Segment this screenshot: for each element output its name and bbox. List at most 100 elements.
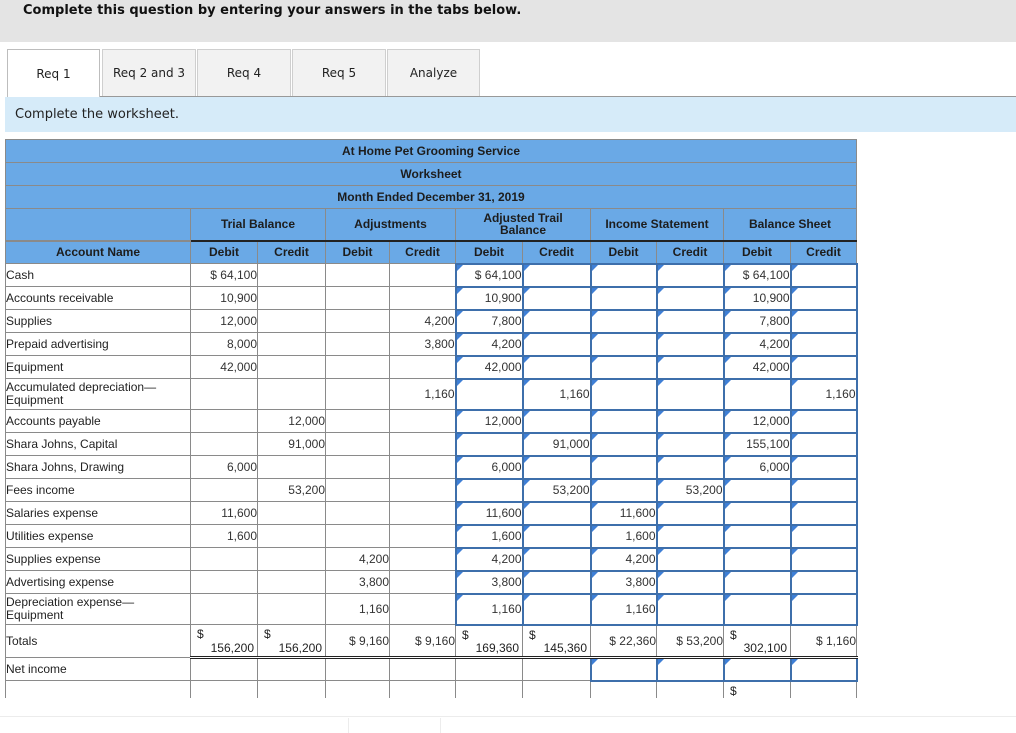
bs-dr-input[interactable]: 155,100 (722, 431, 792, 457)
bs-dr-input[interactable] (722, 377, 792, 411)
atb-cr-input[interactable] (521, 354, 592, 380)
atb-dr-input[interactable]: 4,200 (454, 331, 524, 357)
is-cr-input[interactable]: 53,200 (655, 477, 725, 503)
bs-cr-input[interactable] (789, 408, 858, 434)
is-dr-input[interactable] (589, 408, 658, 434)
is-dr-input[interactable] (589, 308, 658, 334)
bs-cr-input[interactable] (789, 454, 858, 480)
atb-cr-input[interactable]: 1,160 (521, 377, 592, 411)
atb-cr-input[interactable] (521, 569, 592, 595)
bs-cr-input[interactable] (789, 354, 858, 380)
bs-cr-input[interactable] (789, 285, 858, 311)
bs-cr-input[interactable] (789, 546, 858, 572)
atb-dr-input[interactable]: 1,160 (454, 592, 524, 626)
bs-dr-input[interactable]: 42,000 (722, 354, 792, 380)
bs-cr-input[interactable] (789, 477, 858, 503)
is-cr-input[interactable] (655, 523, 725, 549)
tab-req-5[interactable]: Req 5 (292, 49, 386, 96)
atb-cr-input[interactable]: 91,000 (521, 431, 592, 457)
is-cr-input[interactable] (655, 331, 725, 357)
is-dr-input[interactable]: 1,600 (589, 523, 658, 549)
is-cr-input[interactable] (655, 500, 725, 526)
atb-dr-input[interactable]: 6,000 (454, 454, 524, 480)
bs-dr-input[interactable] (722, 592, 792, 626)
bs-cr-input[interactable] (789, 500, 858, 526)
is-dr-input[interactable] (589, 354, 658, 380)
bs-dr-input[interactable]: 7,800 (722, 308, 792, 334)
bs-cr-input[interactable]: 1,160 (789, 377, 858, 411)
is-cr-input[interactable] (655, 308, 725, 334)
atb-dr-input[interactable] (454, 377, 524, 411)
is-dr-input[interactable]: 3,800 (589, 569, 658, 595)
bs-cr-input[interactable] (789, 569, 858, 595)
atb-dr-input[interactable]: 10,900 (454, 285, 524, 311)
tab-req-4[interactable]: Req 4 (197, 49, 291, 96)
bs-cr-input[interactable] (789, 308, 858, 334)
atb-cr-input[interactable] (521, 500, 592, 526)
bs-dr-input[interactable]: 6,000 (722, 454, 792, 480)
is-cr-input[interactable] (655, 592, 725, 626)
is-cr-input[interactable] (655, 454, 725, 480)
atb-dr-input[interactable] (454, 477, 524, 503)
is-cr-input[interactable] (655, 408, 725, 434)
atb-cr-input[interactable]: 53,200 (521, 477, 592, 503)
atb-cr-input[interactable] (521, 331, 592, 357)
is-cr-input[interactable] (655, 377, 725, 411)
tab-req-2-and-3[interactable]: Req 2 and 3 (102, 49, 196, 96)
is-dr-input[interactable] (589, 454, 658, 480)
bs-cr-input[interactable] (789, 262, 858, 288)
atb-dr-input[interactable]: $ 64,100 (454, 262, 524, 288)
atb-dr-input[interactable]: 3,800 (454, 569, 524, 595)
bs-cr-input[interactable] (789, 523, 858, 549)
is-cr-input[interactable] (655, 569, 725, 595)
net-income-bs-cr-input[interactable] (789, 656, 858, 682)
atb-cr-input[interactable] (521, 523, 592, 549)
atb-dr-input[interactable]: 1,600 (454, 523, 524, 549)
is-dr-input[interactable] (589, 285, 658, 311)
is-dr-input[interactable]: 11,600 (589, 500, 658, 526)
bs-dr-input[interactable]: $ 64,100 (722, 262, 792, 288)
bs-cr-input[interactable] (789, 592, 858, 626)
atb-dr-input[interactable]: 12,000 (454, 408, 524, 434)
is-cr-input[interactable] (655, 262, 725, 288)
bs-dr-input[interactable] (722, 477, 792, 503)
atb-dr-input[interactable]: 42,000 (454, 354, 524, 380)
bs-dr-input[interactable] (722, 523, 792, 549)
bs-dr-input[interactable] (722, 500, 792, 526)
is-cr-input[interactable] (655, 285, 725, 311)
atb-cr-input[interactable] (521, 408, 592, 434)
atb-cr-input[interactable] (521, 592, 592, 626)
net-income-is-cr-input[interactable] (655, 656, 725, 682)
is-cr-input[interactable] (655, 431, 725, 457)
bs-dr-input[interactable] (722, 546, 792, 572)
atb-dr-input[interactable]: 11,600 (454, 500, 524, 526)
atb-cr-input[interactable] (521, 285, 592, 311)
atb-dr-input[interactable] (454, 431, 524, 457)
net-income-bs-dr-input[interactable] (722, 656, 792, 682)
is-cr-input[interactable] (655, 546, 725, 572)
atb-cr-input[interactable] (521, 308, 592, 334)
is-dr-input[interactable] (589, 477, 658, 503)
atb-cr-input[interactable] (521, 262, 592, 288)
is-dr-input[interactable] (589, 377, 658, 411)
atb-cr-input[interactable] (521, 454, 592, 480)
is-dr-input[interactable] (589, 262, 658, 288)
tab-analyze[interactable]: Analyze (387, 49, 480, 96)
bs-cr-input[interactable] (789, 331, 858, 357)
is-dr-input[interactable]: 1,160 (589, 592, 658, 626)
bs-dr-input[interactable]: 12,000 (722, 408, 792, 434)
atb-dr-input[interactable]: 4,200 (454, 546, 524, 572)
is-dr-input[interactable] (589, 331, 658, 357)
atb-dr-input[interactable]: 7,800 (454, 308, 524, 334)
is-dr-input[interactable] (589, 431, 658, 457)
is-dr-input[interactable]: 4,200 (589, 546, 658, 572)
input-marker-icon (591, 410, 598, 417)
bs-cr-input[interactable] (789, 431, 858, 457)
bs-dr-input[interactable]: 10,900 (722, 285, 792, 311)
net-income-is-dr-input[interactable] (589, 656, 658, 682)
atb-cr-input[interactable] (521, 546, 592, 572)
bs-dr-input[interactable] (722, 569, 792, 595)
is-cr-input[interactable] (655, 354, 725, 380)
tab-req-1[interactable]: Req 1 (7, 49, 100, 97)
bs-dr-input[interactable]: 4,200 (722, 331, 792, 357)
